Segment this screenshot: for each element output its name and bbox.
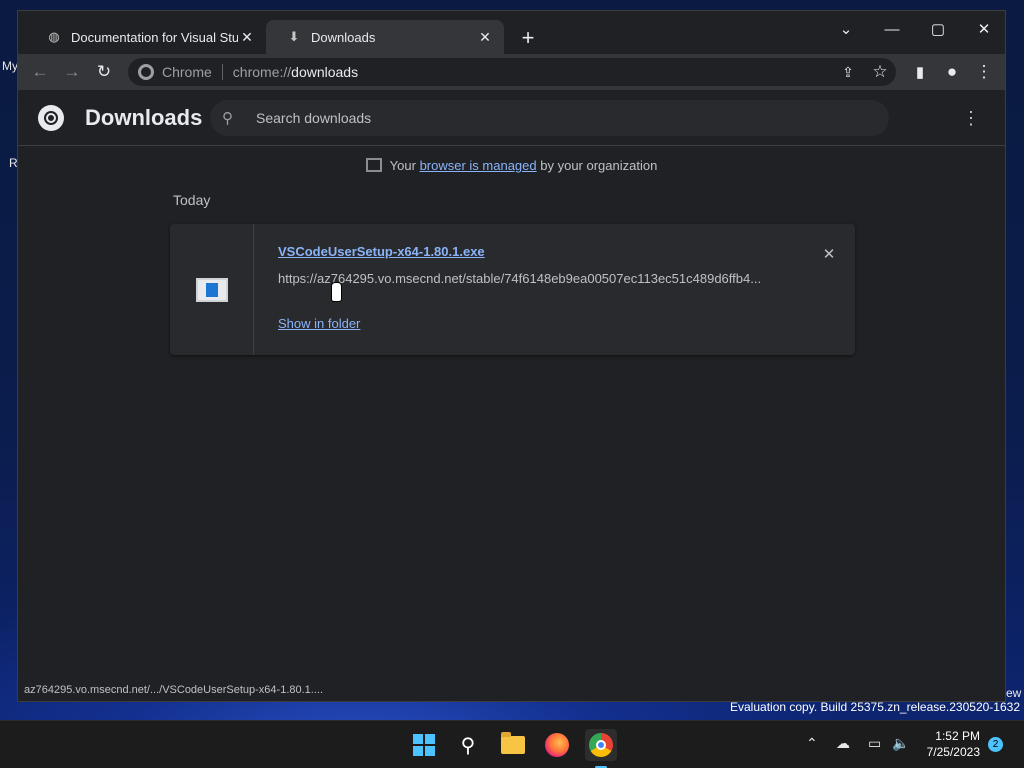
search-input[interactable] <box>256 110 816 126</box>
tab-downloads[interactable]: ⬇ Downloads ✕ <box>266 20 504 54</box>
bookmark-star-icon[interactable]: ☆ <box>866 58 894 86</box>
managed-prefix: Your <box>389 158 416 173</box>
tab-documentation[interactable]: ◍ Documentation for Visual Studio ✕ <box>26 20 266 54</box>
chrome-menu-icon[interactable]: ⋮ <box>970 58 998 86</box>
tab-search-icon[interactable]: ⌄ <box>828 15 864 43</box>
tab-title: Documentation for Visual Studio <box>71 29 238 45</box>
chrome-page-icon <box>138 64 154 80</box>
back-icon[interactable]: ← <box>26 58 54 86</box>
chrome-taskbar-icon[interactable] <box>585 729 617 761</box>
evaluation-watermark: Evaluation copy. Build 25375.zn_release.… <box>730 700 1020 714</box>
browser-window: ◍ Documentation for Visual Studio ✕ ⬇ Do… <box>17 10 1006 702</box>
address-bar[interactable]: Chrome chrome://downloads <box>128 58 896 86</box>
taskbar: ⚲ ⌃ ☁ ▭ 🔈 1:52 PM 7/25/2023 2 <box>0 720 1024 768</box>
file-explorer-icon[interactable] <box>497 729 529 761</box>
chrome-logo-icon <box>38 105 64 131</box>
close-tab-icon[interactable]: ✕ <box>476 28 494 46</box>
clock-date: 7/25/2023 <box>926 745 980 759</box>
page-title: Downloads <box>85 105 203 130</box>
remove-download-icon[interactable]: ✕ <box>819 244 839 264</box>
search-downloads[interactable]: ⚲ <box>210 100 889 136</box>
url-path: downloads <box>291 64 359 80</box>
download-icon: ⬇ <box>288 29 300 44</box>
browser-toolbar: ← → ↻ Chrome chrome://downloads ⇪ ☆ ▮ ● … <box>18 54 1005 90</box>
share-icon[interactable]: ⇪ <box>834 58 862 86</box>
search-icon: ⚲ <box>222 110 233 127</box>
title-bar: ◍ Documentation for Visual Studio ✕ ⬇ Do… <box>18 11 1005 54</box>
profile-icon[interactable]: ● <box>938 58 966 86</box>
downloads-header: Downloads ⚲ ⋮ <box>18 90 1005 146</box>
new-tab-button[interactable]: + <box>515 25 541 51</box>
url-scheme: chrome:// <box>232 64 292 80</box>
more-actions-icon[interactable]: ⋮ <box>961 108 981 128</box>
system-clock[interactable]: 1:52 PM 7/25/2023 <box>918 728 980 760</box>
desktop-icon-label[interactable]: ew <box>1006 686 1021 700</box>
close-tab-icon[interactable]: ✕ <box>238 28 256 46</box>
reload-icon[interactable]: ↻ <box>90 58 118 86</box>
show-in-folder-link[interactable]: Show in folder <box>278 316 360 331</box>
desktop-icon-label[interactable]: My <box>2 59 18 73</box>
globe-icon: ◍ <box>48 29 60 44</box>
date-section-heading: Today <box>173 192 211 208</box>
clock-time: 1:52 PM <box>935 729 980 743</box>
notification-badge[interactable]: 2 <box>988 737 1003 752</box>
tab-title: Downloads <box>311 29 376 45</box>
managed-suffix: by your organization <box>540 158 658 173</box>
minimize-button[interactable]: — <box>874 15 910 43</box>
file-icon-column <box>170 224 254 355</box>
volume-icon[interactable]: 🔈 <box>892 735 909 752</box>
managed-link[interactable]: browser is managed <box>420 158 537 173</box>
side-panel-icon[interactable]: ▮ <box>906 58 934 86</box>
building-icon <box>365 158 382 172</box>
close-window-button[interactable]: ✕ <box>966 15 1002 43</box>
installer-file-icon <box>195 277 228 302</box>
tray-overflow-icon[interactable]: ⌃ <box>806 735 818 752</box>
maximize-button[interactable]: ▢ <box>920 15 956 43</box>
network-icon[interactable]: ▭ <box>868 735 881 752</box>
search-taskbar-icon[interactable]: ⚲ <box>452 729 484 761</box>
onedrive-icon[interactable]: ☁ <box>836 735 850 752</box>
status-bubble: az764295.vo.msecnd.net/.../VSCodeUserSet… <box>18 679 330 701</box>
start-button[interactable] <box>408 729 440 761</box>
download-source-url[interactable]: https://az764295.vo.msecnd.net/stable/74… <box>278 271 778 286</box>
download-filename-link[interactable]: VSCodeUserSetup-x64-1.80.1.exe <box>278 244 485 259</box>
forward-icon[interactable]: → <box>58 58 86 86</box>
windows-logo-icon <box>413 734 435 756</box>
download-item: VSCodeUserSetup-x64-1.80.1.exe https://a… <box>170 224 855 355</box>
divider <box>221 64 223 80</box>
managed-notice: Your browser is managed by your organiza… <box>18 158 1005 173</box>
omnibox-chip: Chrome <box>162 64 212 80</box>
firefox-icon[interactable] <box>541 729 573 761</box>
